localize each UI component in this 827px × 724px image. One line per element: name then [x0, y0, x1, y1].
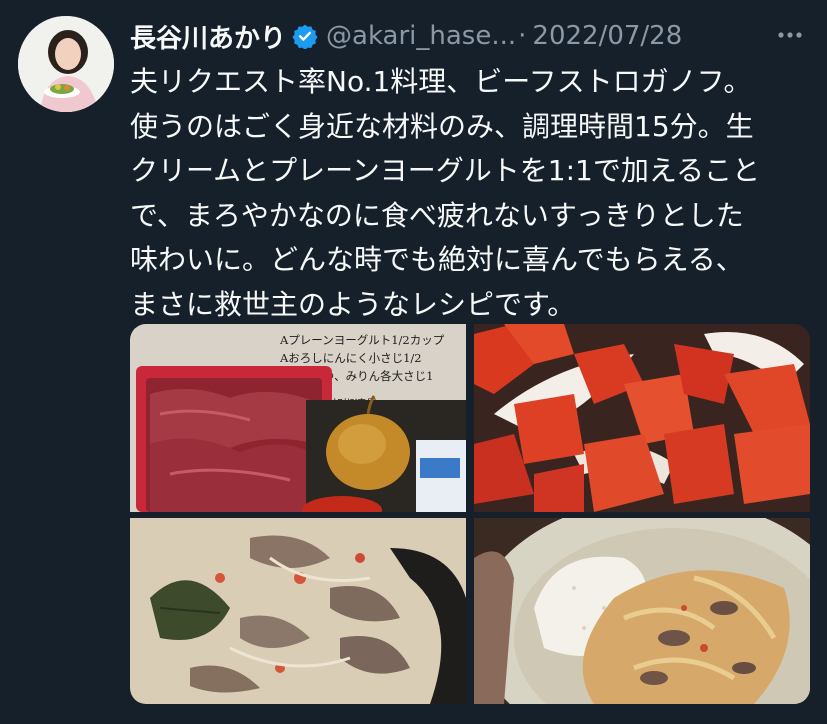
tweet-date[interactable]: 2022/07/28 — [532, 21, 682, 51]
recipe-line: Aプレーンヨーグルト1/2カップ — [279, 333, 445, 347]
more-options-icon[interactable] — [773, 20, 807, 50]
tweet-text-line: クリームとプレーンヨーグルトを1:1で加えること — [130, 154, 760, 187]
photo-pan[interactable] — [130, 518, 466, 704]
tweet-text-line: 味わいに。どんな時でも絶対に喜んでもらえる、 — [130, 243, 744, 276]
tweet-text-line: まさに救世主のようなレシピです。 — [130, 287, 576, 321]
tweet-text-line: 夫リクエスト率No.1料理、ビーフストロガノフ。 — [130, 65, 752, 98]
author-handle[interactable]: @akari_hase... — [326, 21, 516, 51]
tweet-text-line: で、まろやかなのに食べ疲れないすっきりとした — [130, 198, 744, 232]
author-name[interactable]: 長谷川あかり — [130, 18, 286, 55]
photo-ingredients[interactable]: Aプレーンヨーグルト1/2カップ Aおろしにんにく小さじ1/2 Aしょうゆ、みり… — [130, 324, 466, 512]
photo-tomatoes[interactable] — [474, 324, 810, 512]
tweet-text: 夫リクエスト率No.1料理、ビーフストロガノフ。 使うのはごく身近な材料のみ、調… — [130, 60, 810, 327]
verified-badge-icon — [292, 23, 318, 50]
recipe-line: Aおろしにんにく小さじ1/2 — [279, 351, 422, 365]
media-grid: Aプレーンヨーグルト1/2カップ Aおろしにんにく小さじ1/2 Aしょうゆ、みり… — [130, 324, 810, 704]
tweet-header: 長谷川あかり @akari_hase... · 2022/07/28 — [130, 14, 807, 58]
tweet-text-line: 使うのはごく身近な材料のみ、調理時間15分。生 — [130, 109, 754, 143]
author-avatar[interactable] — [18, 16, 114, 112]
separator-dot: · — [518, 21, 527, 51]
photo-plated[interactable] — [474, 518, 810, 704]
